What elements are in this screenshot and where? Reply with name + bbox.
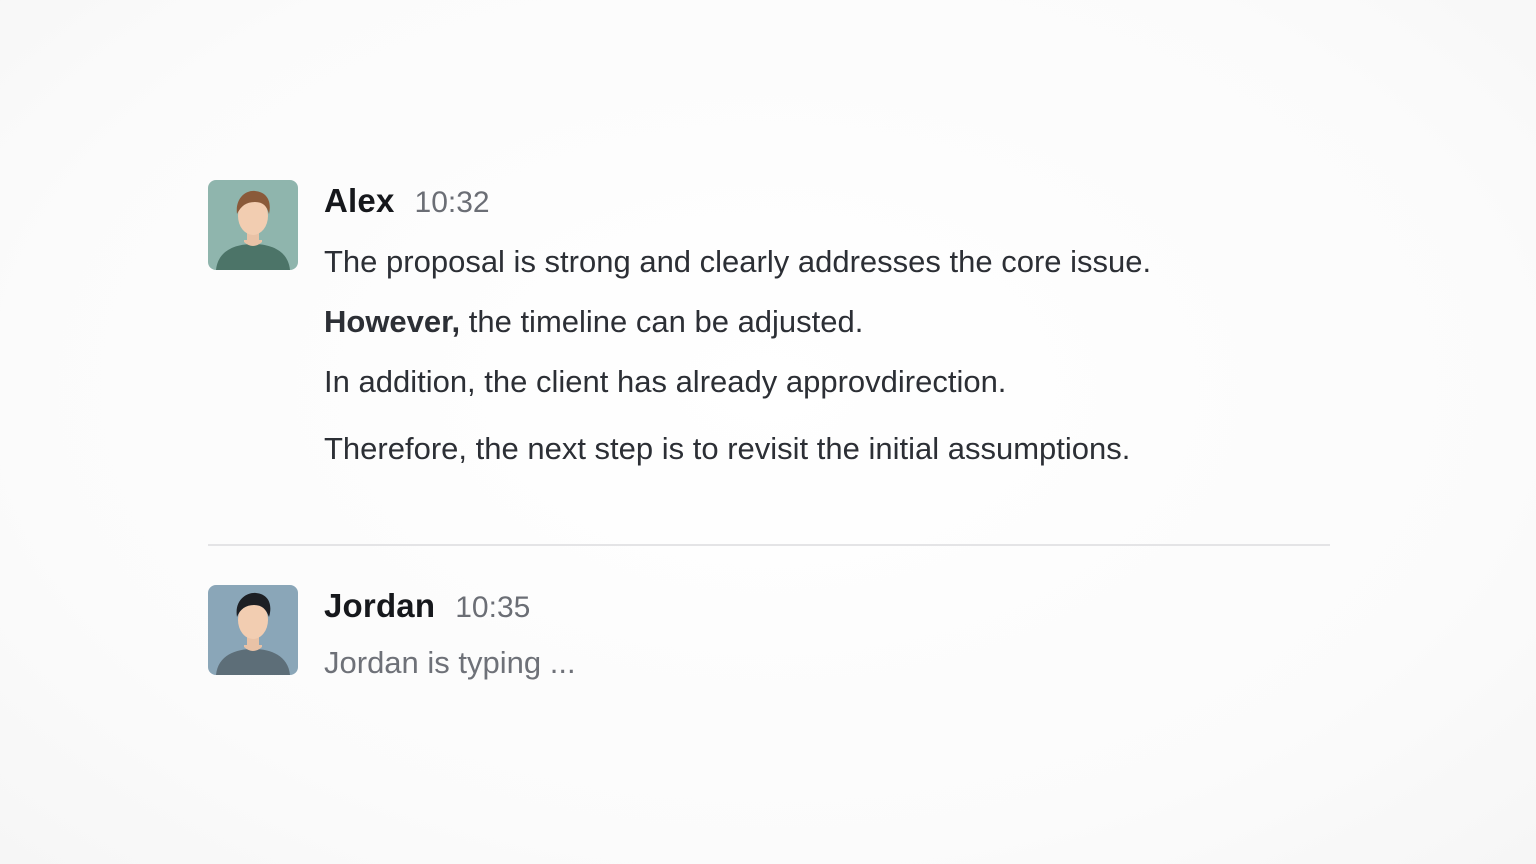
- message-line-emphasis: However,: [324, 304, 461, 339]
- message-timestamp: 10:35: [455, 591, 531, 624]
- user-avatar-icon[interactable]: [208, 585, 298, 675]
- author-name[interactable]: Jordan: [324, 587, 435, 625]
- message-timestamp: 10:32: [414, 186, 490, 219]
- chat-window: Alex 10:32 The proposal is strong and cl…: [0, 0, 1536, 864]
- message-line: Therefore, the next step is to revisit t…: [324, 430, 1151, 468]
- author-name[interactable]: Alex: [324, 182, 395, 220]
- message-line-text: the timeline can be adjusted.: [460, 304, 864, 339]
- message-line: However, the timeline can be adjusted.: [324, 303, 1151, 341]
- user-avatar-icon[interactable]: [208, 180, 298, 270]
- message-divider: [208, 544, 1330, 546]
- message-line: In addition, the client has already appr…: [324, 363, 1151, 401]
- message-line-text: The proposal is strong and clearly addre…: [324, 244, 1152, 279]
- typing-indicator: Jordan is typing ...: [324, 645, 576, 680]
- message-line-text: Therefore, the next step is to revisit t…: [324, 431, 1131, 466]
- message-line-text: In addition, the client has already appr…: [324, 364, 1007, 399]
- message-jordan: Jordan 10:35 Jordan is typing ...: [208, 585, 576, 681]
- message-line: The proposal is strong and clearly addre…: [324, 243, 1151, 281]
- message-alex: Alex 10:32 The proposal is strong and cl…: [208, 180, 1151, 468]
